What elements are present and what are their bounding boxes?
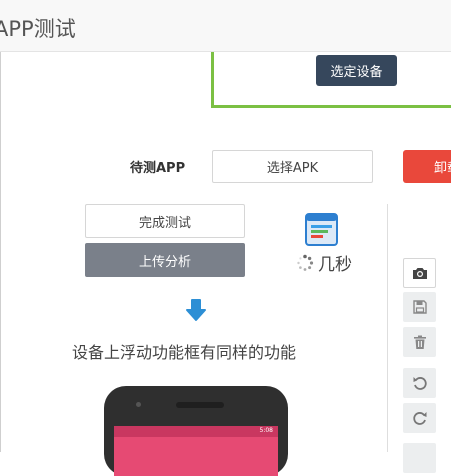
delete-icon bbox=[413, 335, 426, 349]
phone-preview: 5:08 bbox=[104, 386, 288, 476]
loading-text: 几秒 bbox=[318, 255, 352, 275]
choose-apk-button[interactable]: 选择APK bbox=[212, 150, 373, 183]
phone-speaker bbox=[176, 402, 224, 408]
phone-status-bar: 5:08 bbox=[114, 426, 278, 437]
rotate-left-icon bbox=[413, 377, 427, 390]
select-device-button[interactable]: 选定设备 bbox=[316, 55, 397, 86]
phone-camera bbox=[136, 402, 141, 407]
rotate-right-icon bbox=[412, 412, 426, 425]
save-icon bbox=[412, 300, 427, 314]
delete-button[interactable] bbox=[403, 327, 436, 357]
spinner-icon bbox=[297, 254, 314, 271]
app-under-test-label: 待测APP bbox=[130, 161, 186, 176]
screenshot-button[interactable] bbox=[403, 258, 436, 288]
floating-panel-hint: 设备上浮动功能框有同样的功能 bbox=[72, 343, 297, 362]
phone-status-time: 5:08 bbox=[259, 427, 273, 434]
panel-border bbox=[0, 52, 1, 452]
more-tool-button[interactable] bbox=[403, 443, 436, 473]
save-button[interactable] bbox=[403, 292, 436, 322]
loading-indicator: 几秒 bbox=[296, 250, 352, 275]
rotate-left-button[interactable] bbox=[403, 368, 436, 398]
uninstall-button[interactable]: 卸载 bbox=[403, 150, 451, 183]
window-title: APP测试 bbox=[0, 17, 76, 41]
report-icon bbox=[305, 213, 338, 246]
camera-icon bbox=[412, 268, 427, 279]
title-bar: APP测试 bbox=[0, 0, 451, 52]
upload-analysis-button[interactable]: 上传分析 bbox=[85, 243, 245, 277]
phone-screen[interactable]: 5:08 bbox=[114, 426, 278, 476]
toolbar-divider bbox=[387, 204, 388, 452]
arrow-down-icon bbox=[186, 299, 206, 321]
finish-test-button[interactable]: 完成测试 bbox=[85, 204, 245, 238]
rotate-right-button[interactable] bbox=[403, 403, 436, 433]
